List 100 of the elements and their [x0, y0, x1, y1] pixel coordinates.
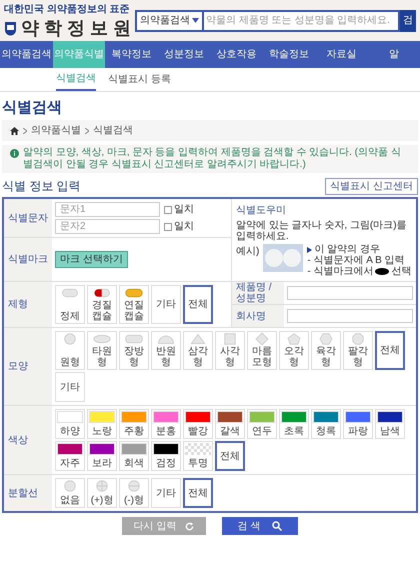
checkbox[interactable] — [164, 206, 172, 214]
sub-tab[interactable]: 식별표시 등록 — [108, 68, 171, 91]
option-tile[interactable]: 분홍 — [151, 409, 181, 439]
helper-title: 식별도우미 — [236, 204, 287, 218]
imprint-field[interactable]: 문자2 — [55, 219, 160, 234]
pill-example-drawing — [263, 244, 304, 272]
text-field[interactable] — [287, 309, 413, 323]
helper-text: 알약에 있는 글자나 숫자, 그림(마크)를 입력하세요. — [236, 220, 408, 242]
option-tile[interactable]: 연질캡슐 — [119, 285, 149, 324]
text-field[interactable] — [287, 286, 413, 300]
option-tile[interactable]: 장방형 — [119, 331, 149, 370]
field-label: 제품명 / 성분명 — [236, 282, 273, 304]
option-tile[interactable]: 주황 — [119, 409, 149, 439]
logo-emblem-icon — [4, 20, 17, 36]
field-label: 회사명 — [236, 310, 266, 322]
nav-tab[interactable]: 상호작용 — [210, 41, 262, 68]
bullet-arrow-icon — [307, 246, 312, 252]
mark-example-icon — [375, 268, 390, 275]
pentagon-pill-icon — [285, 333, 303, 345]
option-tile[interactable]: 기타 — [55, 372, 85, 402]
nav-tab[interactable]: 의약품검색 — [0, 41, 52, 68]
option-tile[interactable]: 정제 — [55, 285, 85, 324]
softgel-icon — [125, 287, 143, 299]
search-button[interactable]: 검 — [400, 10, 416, 32]
logo-text: 약 학 정 보 원 — [21, 17, 132, 39]
option-tile[interactable]: 마름모형 — [247, 331, 277, 370]
option-tile[interactable]: 연두 — [247, 409, 277, 439]
search-field[interactable]: 약물의 제품명 또는 성분명을 입력하세요. — [204, 10, 400, 32]
info-icon — [10, 149, 19, 158]
form-label: 색상 — [8, 434, 28, 448]
option-tile[interactable]: 없음 — [55, 478, 85, 508]
imprint-field[interactable]: 문자1 — [55, 202, 160, 217]
helper-bullet: 이 알약의 경우 — [314, 244, 380, 255]
form-label: 모양 — [8, 360, 28, 374]
form-label: 제형 — [8, 298, 28, 312]
option-tile[interactable]: 타원형 — [87, 331, 117, 370]
option-tile[interactable]: 사각형 — [215, 331, 245, 370]
nav-tab[interactable]: 성분정보 — [158, 41, 210, 68]
option-tile[interactable]: 반원형 — [151, 331, 181, 370]
helper-bullet: - 식별마크에서 — [307, 266, 374, 277]
notice-text: 알약의 모양, 색상, 마크, 문자 등을 입력하여 제품명을 검색할 수 있습니다. (의약품 식별검색이 안될 경우 식별표시 신고센터로 알려주시기 바랍니다.) — [23, 147, 402, 171]
option-tile[interactable]: 보라 — [87, 441, 117, 471]
option-tile[interactable]: 전체 — [375, 331, 405, 370]
option-tile[interactable]: 전체 — [183, 285, 213, 324]
option-tile[interactable]: 초록 — [279, 409, 309, 439]
option-tile[interactable]: 원형 — [55, 331, 85, 370]
form-label: 분할선 — [8, 486, 38, 500]
checkbox[interactable] — [164, 222, 172, 230]
option-tile[interactable]: 빨강 — [183, 409, 213, 439]
option-tile[interactable]: (+)형 — [87, 478, 117, 508]
option-tile[interactable]: 파랑 — [343, 409, 373, 439]
category-select[interactable]: 의약품검색 — [135, 10, 204, 32]
capsule-icon — [93, 287, 111, 299]
option-tile[interactable]: 경질캡슐 — [87, 285, 117, 324]
option-tile[interactable]: 남색 — [375, 409, 405, 439]
nav-tab[interactable]: 알 — [368, 41, 420, 68]
option-tile[interactable]: 자주 — [55, 441, 85, 471]
option-tile[interactable]: 하양 — [55, 409, 85, 439]
section-title: 식별 정보 입력 — [2, 178, 81, 195]
transparent-swatch — [185, 443, 211, 455]
checkbox-label: 일치 — [174, 203, 194, 217]
option-tile[interactable]: 전체 — [215, 441, 245, 471]
option-tile[interactable]: 노랑 — [87, 409, 117, 439]
option-tile[interactable]: 투명 — [183, 441, 213, 471]
submit-search-button[interactable]: 검 색 — [222, 517, 298, 535]
option-tile[interactable]: 회색 — [119, 441, 149, 471]
form-label: 식별문자 — [8, 212, 48, 226]
tablet-icon — [61, 287, 79, 299]
option-tile[interactable]: 기타 — [151, 285, 181, 324]
search-icon — [272, 521, 282, 531]
hexagon-pill-icon — [317, 333, 335, 345]
option-tile[interactable]: 전체 — [183, 478, 213, 508]
option-tile[interactable]: 팔각형 — [343, 331, 373, 370]
option-tile[interactable]: (-)형 — [119, 478, 149, 508]
form-label: 식별마크 — [8, 253, 48, 267]
page-title: 식별검색 — [2, 99, 62, 116]
triangle-pill-icon — [189, 333, 207, 345]
example-label: 예시) — [236, 245, 260, 259]
nav-tab[interactable]: 복약정보 — [105, 41, 158, 68]
breadcrumb-link[interactable]: 의약품식별 — [31, 123, 81, 138]
helper-bullet: - 식별문자에 A B 입력 — [307, 255, 406, 266]
breadcrumb-link[interactable]: 식별검색 — [93, 123, 133, 138]
tagline: 대한민국 의약품정보의 표준 — [4, 3, 131, 17]
chevron-icon — [85, 128, 89, 134]
option-tile[interactable]: 기타 — [151, 478, 181, 508]
report-center-button[interactable]: 식별표시 신고센터 — [325, 178, 418, 194]
half-round-pill-icon — [157, 333, 175, 345]
helper-bullet: 선택 — [391, 266, 412, 277]
option-tile[interactable]: 오각형 — [279, 331, 309, 370]
refresh-icon — [184, 522, 194, 530]
mark-select-button[interactable]: 마크 선택하기 — [55, 251, 128, 268]
option-tile[interactable]: 육각형 — [311, 331, 341, 370]
option-tile[interactable]: 갈색 — [215, 409, 245, 439]
option-tile[interactable]: 청록 — [311, 409, 341, 439]
option-tile[interactable]: 검정 — [151, 441, 181, 471]
option-tile[interactable]: 삼각형 — [183, 331, 213, 370]
nav-tab[interactable]: 자료실 — [315, 41, 368, 68]
nav-tab[interactable]: 학술정보 — [262, 41, 315, 68]
diamond-pill-icon — [253, 333, 271, 345]
home-icon — [10, 126, 19, 134]
